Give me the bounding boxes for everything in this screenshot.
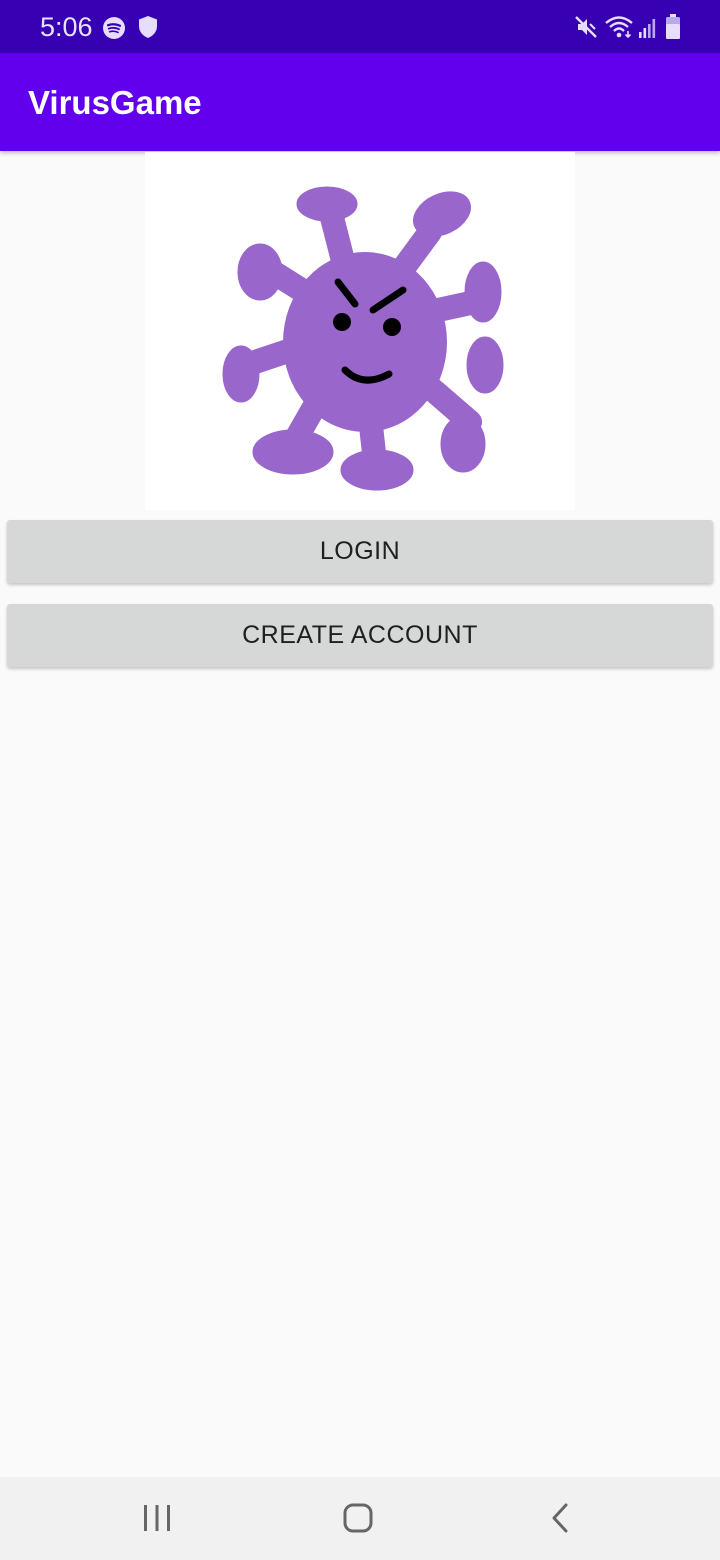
- shield-icon: [139, 16, 157, 38]
- signal-icon: [639, 19, 656, 38]
- back-icon[interactable]: [549, 1502, 571, 1534]
- status-bar: 5:06: [0, 0, 720, 53]
- mute-icon: [575, 16, 597, 38]
- app-title: VirusGame: [28, 84, 202, 121]
- battery-icon: [666, 14, 680, 39]
- navigation-bar: [0, 1477, 720, 1560]
- virus-character-icon: [222, 186, 504, 491]
- virus-image: [145, 152, 575, 510]
- wifi-icon: [605, 16, 633, 39]
- home-icon[interactable]: [342, 1502, 374, 1534]
- app-bar: VirusGame: [0, 53, 720, 151]
- login-button[interactable]: LOGIN: [7, 520, 713, 583]
- spotify-icon: [103, 17, 125, 39]
- create-account-button[interactable]: CREATE ACCOUNT: [7, 604, 713, 667]
- recent-apps-icon[interactable]: [140, 1503, 174, 1533]
- status-time: 5:06: [40, 12, 93, 42]
